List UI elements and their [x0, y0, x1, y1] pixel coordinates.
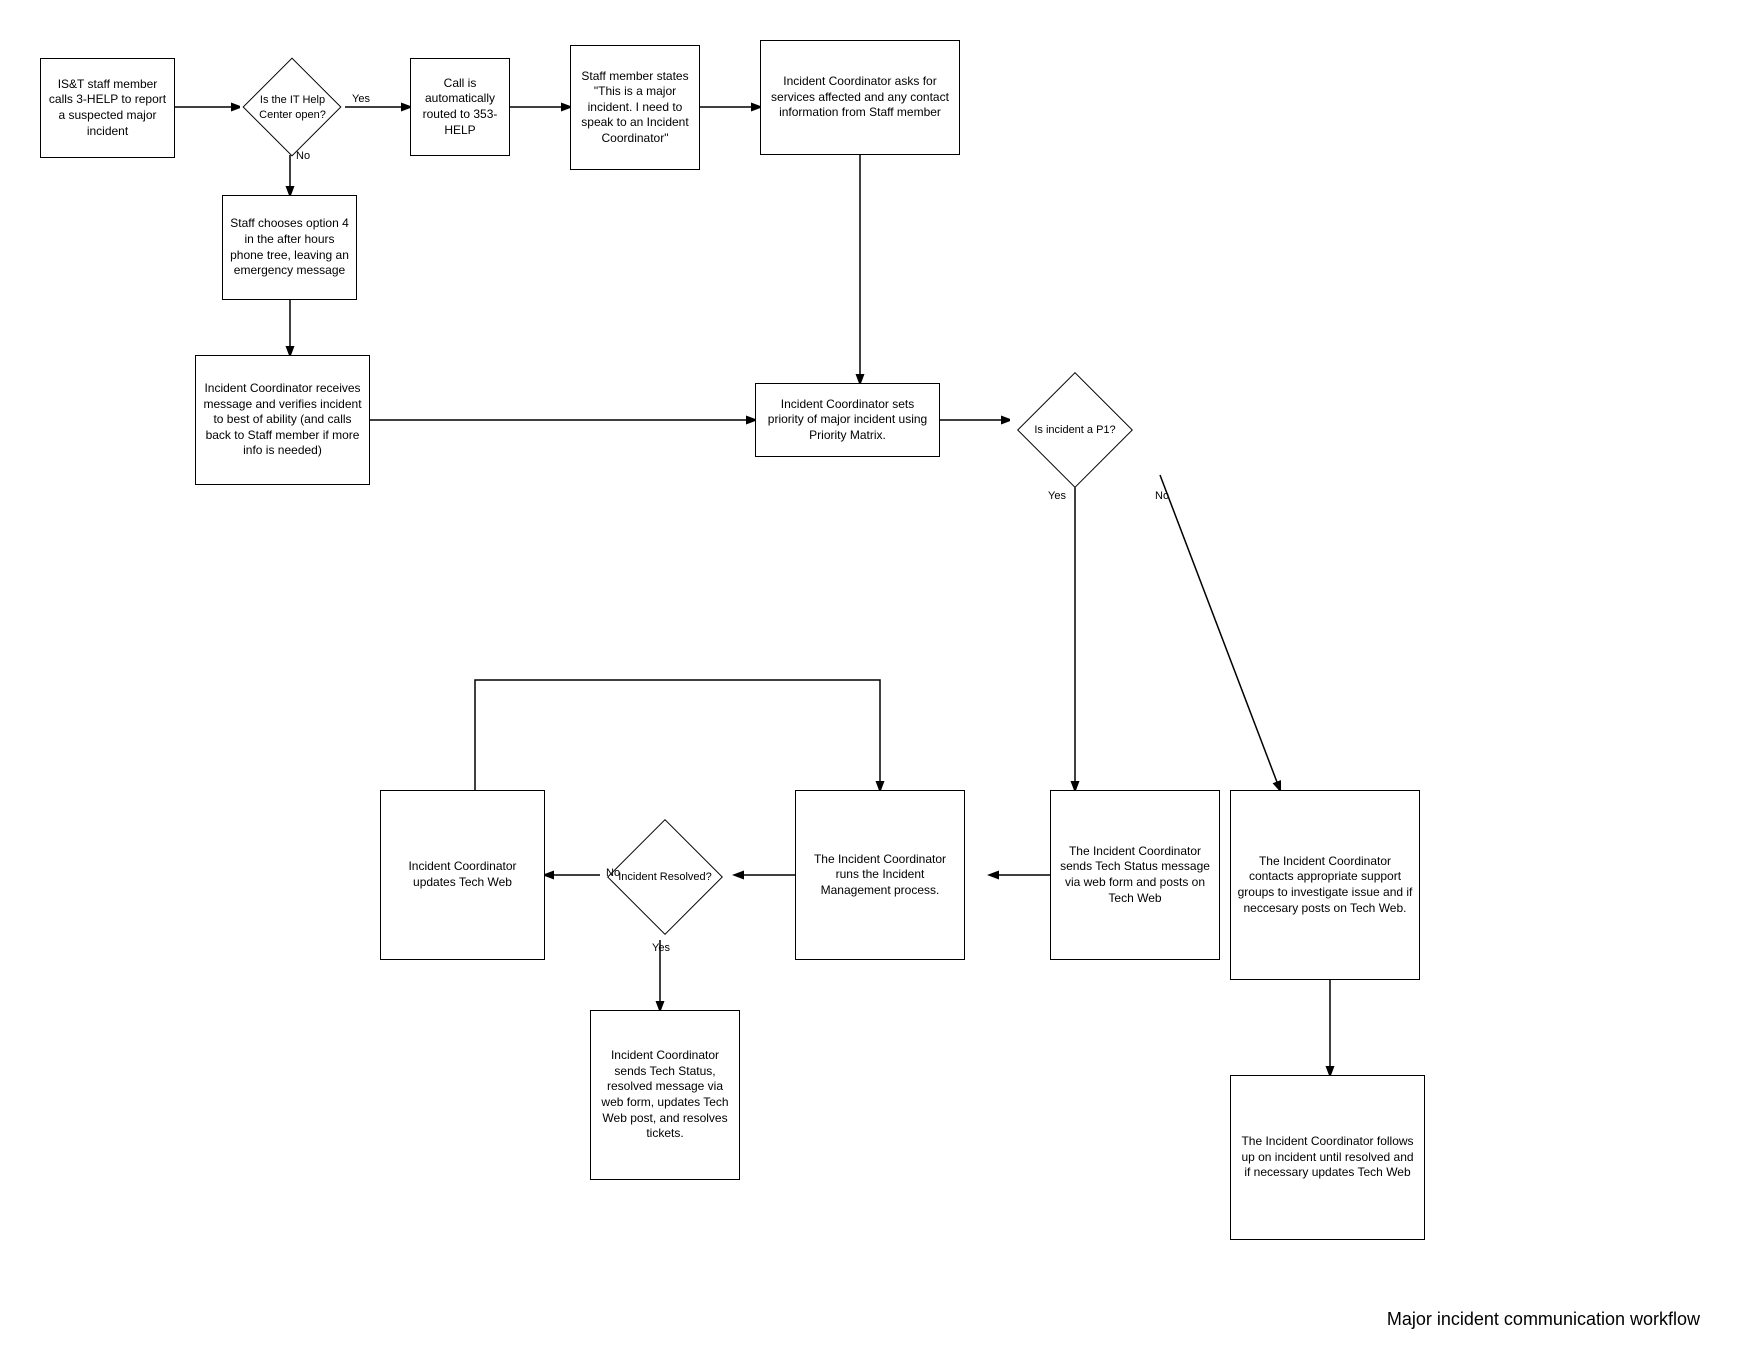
- label-yes3: Yes: [652, 942, 670, 954]
- flowchart: IS&T staff member calls 3-HELP to report…: [0, 0, 1760, 1360]
- node-help-center-open: Is the IT Help Center open?: [240, 60, 345, 155]
- label-yes1: Yes: [352, 93, 370, 105]
- node-call-routed: Call is automatically routed to 353-HELP: [410, 58, 510, 156]
- node-coordinator-priority: Incident Coordinator sets priority of ma…: [755, 383, 940, 457]
- node-staff-states: Staff member states "This is a major inc…: [570, 45, 700, 170]
- node-sends-tech-status: The Incident Coordinator sends Tech Stat…: [1050, 790, 1220, 960]
- node-incident-resolved: Incident Resolved?: [600, 820, 730, 935]
- node-isst-staff: IS&T staff member calls 3-HELP to report…: [40, 58, 175, 158]
- node-updates-tech-web: Incident Coordinator updates Tech Web: [380, 790, 545, 960]
- node-follows-up: The Incident Coordinator follows up on i…: [1230, 1075, 1425, 1240]
- footer-text: Major incident communication workflow: [1387, 1309, 1700, 1330]
- node-coordinator-receives: Incident Coordinator receives message an…: [195, 355, 370, 485]
- node-coordinator-asks: Incident Coordinator asks for services a…: [760, 40, 960, 155]
- node-incident-management: The Incident Coordinator runs the Incide…: [795, 790, 965, 960]
- node-contacts-support: The Incident Coordinator contacts approp…: [1230, 790, 1420, 980]
- label-yes2: Yes: [1048, 490, 1066, 502]
- node-resolved-message: Incident Coordinator sends Tech Status, …: [590, 1010, 740, 1180]
- label-no1: No: [296, 150, 310, 162]
- label-no2: No: [1155, 490, 1169, 502]
- node-staff-option4: Staff chooses option 4 in the after hour…: [222, 195, 357, 300]
- node-is-p1: Is incident a P1?: [1010, 375, 1140, 485]
